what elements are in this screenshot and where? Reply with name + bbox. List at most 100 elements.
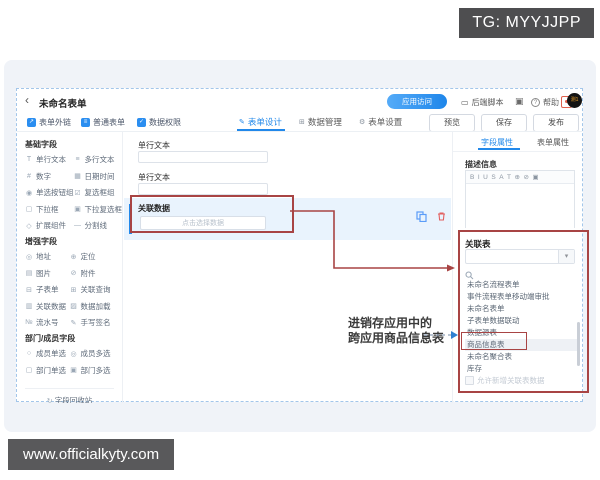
- avatar[interactable]: 测1: [567, 93, 582, 108]
- header-divider: |: [555, 96, 558, 106]
- option-search-input[interactable]: [465, 267, 575, 280]
- tab-form-properties[interactable]: 表单属性: [537, 137, 569, 148]
- tab-label: 表单外链: [39, 118, 71, 127]
- sidebar-section-title: 基础字段: [25, 140, 57, 149]
- dropdown-option[interactable]: 数据源表: [465, 327, 578, 339]
- tab-field-properties[interactable]: 字段属性: [481, 137, 513, 148]
- sidebar-field-item[interactable]: — 分割线: [74, 220, 123, 231]
- tab-label: 表单设置: [368, 117, 403, 127]
- sidebar-field-item[interactable]: ○ 成员单选: [25, 348, 70, 359]
- sidebar-field-item[interactable]: ▤ 图片: [25, 268, 70, 279]
- description-textarea[interactable]: [466, 184, 574, 228]
- sidebar-field-item[interactable]: T 单行文本: [25, 154, 74, 165]
- sidebar-field-item[interactable]: ⊟ 子表单: [25, 284, 70, 295]
- linked-data-picker-input[interactable]: [140, 216, 266, 230]
- rich-text-tool-icon[interactable]: ▣: [532, 173, 538, 181]
- dropdown-option[interactable]: 商品信息表: [465, 339, 578, 351]
- sidebar-section-title: 增强字段: [25, 237, 57, 246]
- sidebar-field-item[interactable]: ⊞ 关联查询: [70, 284, 115, 295]
- sidebar-field-item[interactable]: ▣ 部门多选: [70, 365, 115, 376]
- sidebar-field-item[interactable]: ◎ 成员多选: [70, 348, 115, 359]
- tab-form-design[interactable]: ✎ 表单设计: [239, 116, 282, 128]
- field-type-label: 成员单选: [36, 349, 66, 358]
- rich-text-tool-icon[interactable]: A: [499, 174, 503, 181]
- sidebar-field-item[interactable]: № 流水号: [25, 317, 70, 328]
- tab-data-management[interactable]: ⊞ 数据管理: [299, 116, 342, 128]
- rich-text-tool-icon[interactable]: S: [491, 174, 495, 181]
- sidebar-field-item[interactable]: ⊕ 定位: [70, 251, 115, 262]
- linked-data-field-selected[interactable]: 关联数据: [124, 198, 451, 240]
- field-type-icon: ▢: [25, 367, 33, 374]
- sidebar-field-item[interactable]: ▣ 下拉复选框: [74, 204, 122, 215]
- sidebar-field-item[interactable]: ▦ 日期时间: [74, 171, 123, 182]
- description-editor: B I U S A T ⊕ ⊘ ▣: [465, 170, 575, 228]
- linked-table-select[interactable]: ▾: [465, 249, 575, 264]
- script-icon: ▭: [461, 98, 469, 107]
- field-type-label: 数据加载: [80, 301, 111, 311]
- field-type-label: 部门单选: [36, 365, 66, 375]
- sidebar-field-item[interactable]: ◉ 单选按钮组: [25, 187, 74, 198]
- dropdown-option[interactable]: 未命名聚合表: [465, 351, 578, 363]
- single-line-text-input[interactable]: [138, 151, 268, 163]
- tab-form-settings[interactable]: ⚙ 表单设置: [359, 116, 402, 128]
- shortcut-panel-icon[interactable]: ▣: [515, 96, 524, 107]
- save-button[interactable]: 保存: [481, 114, 527, 132]
- dropdown-option[interactable]: 库存: [465, 363, 578, 375]
- rich-text-tool-icon[interactable]: I: [478, 174, 480, 181]
- sidebar-field-item[interactable]: ▥ 关联数据: [25, 301, 70, 312]
- selection-bar: [129, 204, 132, 234]
- panel-icon: ▣: [515, 96, 524, 106]
- single-line-text-input[interactable]: [138, 183, 268, 195]
- field-label: 单行文本: [138, 141, 170, 150]
- linked-table-options: 未命名流程表单 事件流程表单移动端审批 未命名表单 子表单数据联动 数据源表 商品信息表未…: [465, 279, 578, 375]
- field-type-label: 数字: [36, 171, 51, 181]
- sidebar-field-item[interactable]: ≡ 多行文本: [74, 154, 123, 165]
- sidebar-field-item[interactable]: ⊘ 附件: [70, 268, 115, 279]
- tab-label: 数据管理: [307, 117, 342, 127]
- form-doc-icon: ≡: [81, 118, 90, 127]
- tab-form-external-link[interactable]: ↗ 表单外链: [27, 117, 71, 128]
- field-type-icon: ⊕: [70, 253, 77, 261]
- app-access-button[interactable]: 应用访问: [387, 94, 447, 109]
- preview-button[interactable]: 预览: [429, 114, 475, 132]
- field-type-label: 流水号: [36, 318, 59, 327]
- allow-add-linked-data-checkbox[interactable]: 允许新增关联表数据: [465, 375, 545, 386]
- active-tab-underline: [478, 148, 520, 150]
- design-icon: ✎: [239, 119, 245, 126]
- dropdown-option[interactable]: 未命名表单: [465, 303, 578, 315]
- sidebar-field-grid: ○ 成员单选 ◎ 成员多选 ▢ 部门单选 ▣ 部门多选: [25, 348, 114, 376]
- sidebar-field-item[interactable]: ◇ 扩展组件: [25, 220, 74, 231]
- tab-data-permission[interactable]: ✓ 数据权限: [137, 117, 181, 128]
- back-icon[interactable]: ‹: [25, 94, 29, 106]
- sidebar-field-item[interactable]: ✎ 手写签名: [70, 317, 115, 328]
- rich-text-tool-icon[interactable]: ⊕: [515, 173, 520, 181]
- rich-text-tool-icon[interactable]: B: [470, 174, 474, 181]
- tab-normal-form[interactable]: ≡ 普通表单: [81, 117, 125, 128]
- copy-field-icon[interactable]: [416, 211, 427, 222]
- dropdown-option[interactable]: 事件流程表单移动端审批: [465, 291, 578, 303]
- sidebar-field-item[interactable]: ▢ 下拉框: [25, 204, 74, 215]
- field-type-icon: ▣: [74, 206, 81, 213]
- sidebar-field-item[interactable]: ☑ 复选框组: [74, 187, 123, 198]
- checkbox-label: 允许新增关联表数据: [477, 376, 545, 385]
- field-type-icon: ◇: [26, 222, 32, 230]
- sidebar-field-item[interactable]: ▨ 数据加载: [70, 301, 115, 312]
- sidebar-field-item[interactable]: ◎ 地址: [25, 251, 70, 262]
- backend-script-button[interactable]: ▭ 后端脚本: [461, 97, 504, 108]
- rich-text-tool-icon[interactable]: ⊘: [523, 173, 528, 181]
- help-icon: ?: [531, 98, 540, 107]
- field-type-label: 关联查询: [80, 285, 111, 294]
- sidebar-field-item[interactable]: # 数字: [25, 171, 74, 182]
- field-recycle-bin-button[interactable]: ↻ 字段回收站: [25, 387, 114, 404]
- rich-text-tool-icon[interactable]: T: [507, 174, 511, 181]
- field-label: 关联数据: [138, 204, 170, 213]
- dropdown-option[interactable]: 子表单数据联动: [465, 315, 578, 327]
- rich-text-tool-icon[interactable]: U: [483, 174, 488, 181]
- field-type-icon: №: [25, 319, 33, 326]
- dropdown-option[interactable]: 未命名流程表单: [465, 279, 578, 291]
- recycle-icon: ↻: [46, 397, 53, 404]
- publish-button[interactable]: 发布: [533, 114, 579, 132]
- sidebar-field-item[interactable]: ▢ 部门单选: [25, 365, 70, 376]
- scrollbar[interactable]: [577, 322, 580, 366]
- delete-field-icon[interactable]: [436, 211, 447, 222]
